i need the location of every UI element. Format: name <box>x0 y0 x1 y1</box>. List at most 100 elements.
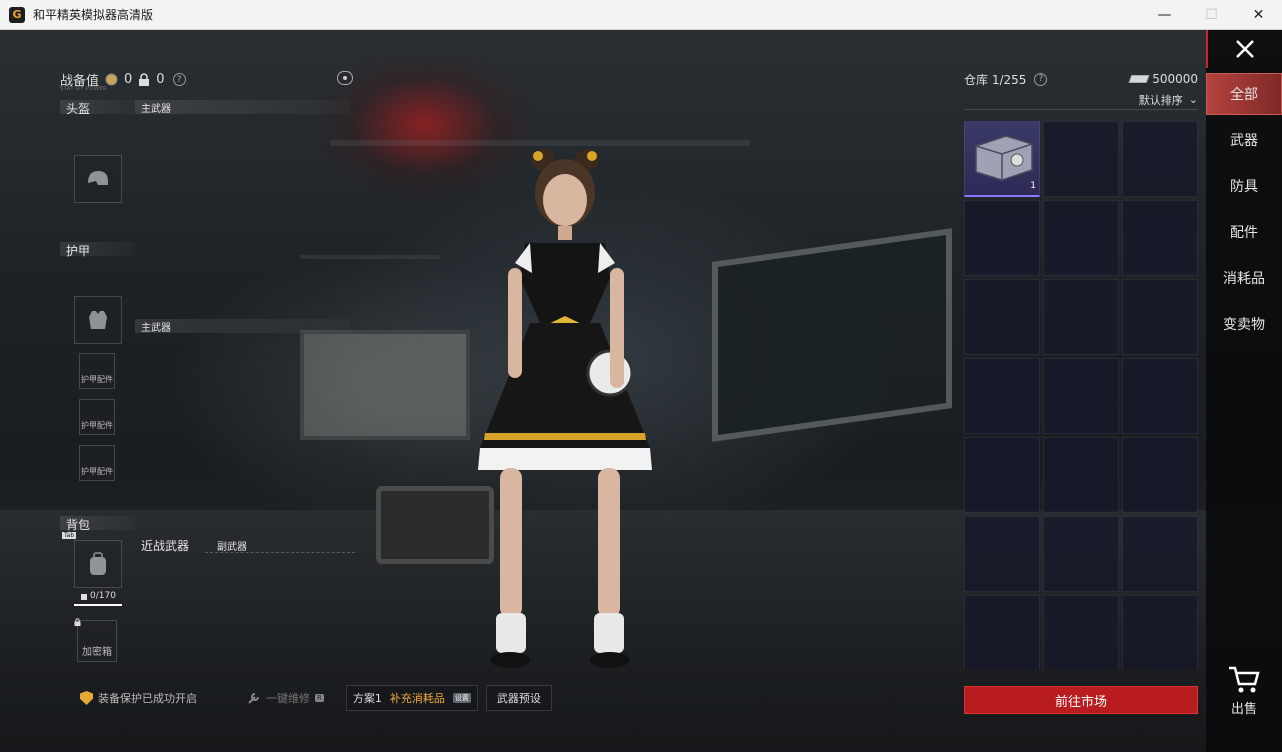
one-click-repair-button[interactable]: 一键维修 R <box>247 690 324 706</box>
inventory-cell[interactable] <box>964 516 1040 592</box>
plan-label: 方案1 <box>352 692 382 705</box>
inventory-cell[interactable] <box>1043 200 1119 276</box>
armor-attachment-slot-2[interactable]: 护甲配件 <box>79 399 115 435</box>
primary-weapon-1-slot[interactable] <box>135 116 350 236</box>
backpack-slot[interactable] <box>74 540 122 588</box>
cash-icon <box>1128 75 1150 83</box>
inventory-cell[interactable] <box>1043 516 1119 592</box>
window-title: 和平精英模拟器高清版 <box>33 8 154 22</box>
encrypted-lock-icon <box>74 618 81 626</box>
locked-value: 0 <box>156 72 165 87</box>
background-chalkboard <box>712 228 952 442</box>
inventory-cell[interactable] <box>1122 358 1198 434</box>
category-weapons[interactable]: 武器 <box>1206 119 1282 161</box>
armor-attachment-slot-1[interactable]: 护甲配件 <box>79 353 115 389</box>
currency-display: 500000 <box>1128 72 1198 86</box>
armor-slot[interactable] <box>74 296 122 344</box>
storage-count: 仓库 1/255 <box>964 72 1027 87</box>
storage-header: 仓库 1/255 ? 500000 <box>964 70 1198 88</box>
category-consumables[interactable]: 消耗品 <box>1206 257 1282 299</box>
inventory-cell[interactable] <box>964 437 1040 513</box>
window-titlebar: G 和平精英模拟器高清版 — ☐ ✕ <box>0 0 1282 30</box>
repair-hotkey-tag: R <box>315 694 324 702</box>
inventory-cell[interactable] <box>964 279 1040 355</box>
category-sellables[interactable]: 变卖物 <box>1206 303 1282 345</box>
sort-label: 默认排序 <box>1138 93 1183 107</box>
background-railing <box>330 140 750 146</box>
inventory-cell[interactable] <box>1043 595 1119 670</box>
wrench-icon <box>248 693 259 704</box>
equipment-protection-text: 装备保护已成功开启 <box>98 692 197 705</box>
armor-label: 护甲 <box>66 244 91 258</box>
helmet-slot[interactable] <box>74 155 122 203</box>
cart-icon <box>1229 666 1260 693</box>
category-armor[interactable]: 防具 <box>1206 165 1282 207</box>
close-icon <box>1236 40 1254 58</box>
inventory-grid: 1 <box>964 121 1198 670</box>
inventory-cell[interactable] <box>1043 121 1119 197</box>
encrypted-box-label: 加密箱 <box>82 647 112 658</box>
secondary-weapon-slot[interactable] <box>211 554 351 674</box>
weapon-preset-button[interactable]: 武器预设 <box>485 685 552 711</box>
lock-icon <box>139 73 150 86</box>
armor-attachment-label-1: 护甲配件 <box>81 375 113 384</box>
item-count: 1 <box>1030 181 1036 191</box>
maximize-button[interactable]: ☐ <box>1188 0 1235 30</box>
game-viewport: 战备值 0 0 ? STAT OF POWER 头盔 主武器 护甲 主武器 护甲… <box>0 30 1282 752</box>
combat-readiness-value: 0 <box>124 72 133 87</box>
category-all[interactable]: 全部 <box>1206 73 1282 115</box>
bag-capacity: 0/170 <box>74 588 122 606</box>
coin-icon <box>105 73 118 86</box>
equipment-protection-status: 装备保护已成功开启 <box>80 690 197 706</box>
inventory-cell[interactable] <box>1122 595 1198 670</box>
inventory-cell[interactable] <box>1122 437 1198 513</box>
inventory-cell[interactable] <box>964 358 1040 434</box>
armor-attachment-label-3: 护甲配件 <box>81 467 113 476</box>
secondary-weapon-divider <box>205 552 355 553</box>
primary-weapon-2-slot[interactable] <box>135 335 350 525</box>
character-model[interactable] <box>470 148 660 668</box>
background-stairs <box>300 255 440 259</box>
melee-weapon-label: 近战武器 <box>141 539 190 553</box>
inventory-cell[interactable]: 1 <box>964 121 1040 197</box>
crate-icon <box>975 135 1033 181</box>
armor-attachment-label-2: 护甲配件 <box>81 421 113 430</box>
sell-button[interactable]: 出售 <box>1206 664 1282 717</box>
storage-help-icon[interactable]: ? <box>1034 72 1048 86</box>
inventory-cell[interactable] <box>1122 121 1198 197</box>
minimize-button[interactable]: — <box>1141 0 1188 30</box>
bag-capacity-value: 0/170 <box>90 591 116 601</box>
armor-attachment-slot-3[interactable]: 护甲配件 <box>79 445 115 481</box>
helmet-icon <box>88 171 108 185</box>
currency-amount: 500000 <box>1152 72 1198 86</box>
primary-weapon-2-label: 主武器 <box>141 323 171 334</box>
inventory-cell[interactable] <box>1122 200 1198 276</box>
one-click-repair-label: 一键维修 <box>266 692 310 705</box>
inventory-cell[interactable] <box>964 595 1040 670</box>
secondary-weapon-label: 副武器 <box>217 542 247 553</box>
armor-vest-icon <box>89 311 107 329</box>
inventory-cell[interactable] <box>964 200 1040 276</box>
inventory-cell[interactable] <box>1122 516 1198 592</box>
inventory-cell[interactable] <box>1043 279 1119 355</box>
plan-settings-tag: 设置 <box>452 693 471 703</box>
inventory-cell[interactable] <box>1043 358 1119 434</box>
sort-dropdown[interactable]: 默认排序 ⌄ <box>964 90 1198 110</box>
helmet-label: 头盔 <box>66 102 91 116</box>
shield-icon <box>80 691 93 705</box>
backpack-icon <box>90 552 106 575</box>
close-window-button[interactable]: ✕ <box>1235 0 1282 30</box>
category-attachments[interactable]: 配件 <box>1206 211 1282 253</box>
inventory-cell[interactable] <box>1122 279 1198 355</box>
melee-weapon-slot[interactable] <box>135 554 205 674</box>
inventory-cell[interactable] <box>1043 437 1119 513</box>
backpack-tab-hint: Tab <box>62 532 77 539</box>
encrypted-box-slot[interactable]: 加密箱 <box>77 620 117 662</box>
close-panel-button[interactable] <box>1206 30 1282 68</box>
weight-icon <box>81 594 88 600</box>
loadout-plan-button[interactable]: 方案1 补充消耗品 设置 <box>345 685 478 711</box>
help-icon[interactable]: ? <box>172 73 186 86</box>
go-to-market-button[interactable]: 前往市场 <box>964 686 1198 714</box>
app-icon: G <box>9 6 25 23</box>
eye-icon[interactable] <box>337 71 353 85</box>
